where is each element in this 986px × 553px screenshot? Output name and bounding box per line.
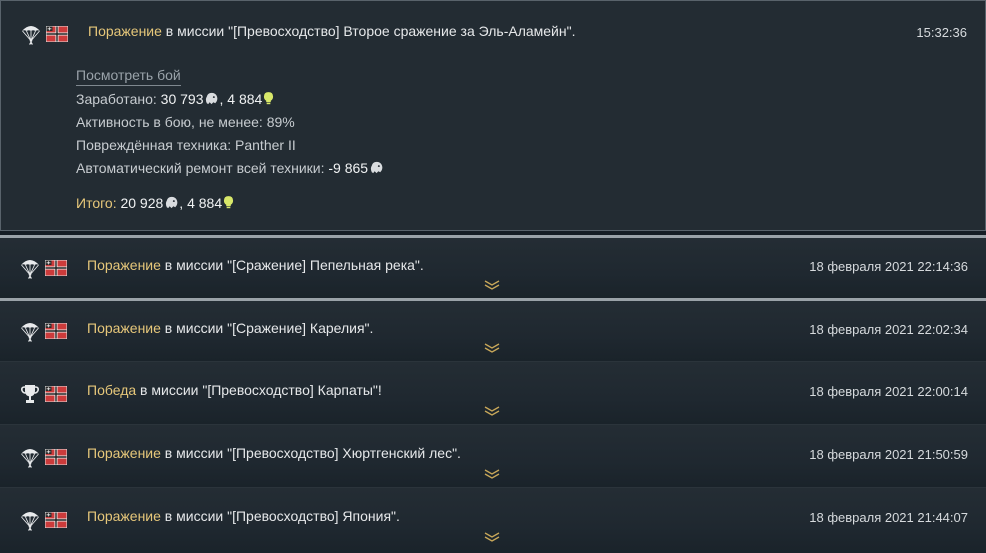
parachute-icon [20, 320, 40, 342]
entry-title: Победа в миссии "[Превосходство] Карпаты… [87, 382, 382, 398]
silver-lions-icon [164, 195, 179, 210]
earned-lions: 30 793 [160, 91, 204, 107]
parachute-icon [21, 23, 41, 45]
entry-title: Поражение в миссии "[Превосходство] Хюрт… [87, 445, 461, 461]
trophy-icon [20, 383, 40, 405]
entry-message: в миссии "[Превосходство] Карпаты"! [136, 382, 382, 398]
germany-flag-icon [45, 260, 67, 276]
entry-icons [20, 446, 67, 468]
entry-title: Поражение в миссии "[Превосходство] Втор… [88, 23, 575, 39]
earned-label: Заработано: [76, 91, 161, 107]
repair-label: Автоматический ремонт всей техники: [76, 160, 329, 176]
entry-result: Поражение [87, 445, 161, 461]
total-lions: 20 928 [120, 195, 164, 211]
log-entry[interactable]: Поражение в миссии "[Сражение] Пепельная… [0, 235, 986, 298]
entry-details: Посмотреть бой Заработано: 30 793, 4 884… [76, 64, 384, 215]
entry-time: 18 февраля 2021 21:44:07 [809, 510, 968, 525]
entry-time: 15:32:36 [916, 25, 967, 40]
log-entry-expanded[interactable]: Поражение в миссии "[Превосходство] Втор… [0, 0, 986, 231]
silver-lions-icon [369, 160, 384, 175]
damaged-line: Повреждённая техника: Panther II [76, 137, 296, 153]
entry-message: в миссии "[Превосходство] Второе сражени… [161, 23, 576, 39]
parachute-icon [20, 509, 40, 531]
entry-icons [21, 23, 68, 45]
total-label: Итого: [76, 195, 121, 211]
germany-flag-icon [45, 449, 67, 465]
germany-flag-icon [45, 386, 67, 402]
log-entry[interactable]: Поражение в миссии "[Превосходство] Япон… [0, 487, 986, 553]
earned-line: Заработано: 30 793, 4 884 [76, 88, 384, 111]
entry-result: Поражение [87, 508, 161, 524]
earned-rp: 4 884 [227, 91, 263, 107]
entry-message: в миссии "[Превосходство] Япония". [160, 508, 400, 524]
entry-title: Поражение в миссии "[Превосходство] Япон… [87, 508, 400, 524]
log-entry[interactable]: Победа в миссии "[Превосходство] Карпаты… [0, 361, 986, 424]
total-rp: 4 884 [187, 195, 223, 211]
repair-value: -9 865 [328, 160, 369, 176]
entry-message: в миссии "[Сражение] Пепельная река". [160, 257, 424, 273]
expand-chevron-icon[interactable] [484, 343, 500, 353]
log-entry[interactable]: Поражение в миссии "[Сражение] Карелия".… [0, 298, 986, 361]
entry-result: Победа [87, 382, 137, 398]
germany-flag-icon [46, 26, 68, 42]
battle-log: Поражение в миссии "[Превосходство] Втор… [0, 0, 986, 553]
germany-flag-icon [45, 512, 67, 528]
entry-title: Поражение в миссии "[Сражение] Карелия". [87, 320, 373, 336]
entry-time: 18 февраля 2021 22:02:34 [809, 322, 968, 337]
entry-icons [20, 257, 67, 279]
entry-time: 18 февраля 2021 22:00:14 [809, 384, 968, 399]
repair-line: Автоматический ремонт всей техники: -9 8… [76, 157, 384, 180]
entry-icons [20, 383, 67, 405]
expand-chevron-icon[interactable] [484, 406, 500, 416]
entry-message: в миссии "[Превосходство] Хюртгенский ле… [160, 445, 461, 461]
entry-time: 18 февраля 2021 22:14:36 [809, 259, 968, 274]
entry-message: в миссии "[Сражение] Карелия". [160, 320, 374, 336]
parachute-icon [20, 446, 40, 468]
entry-title: Поражение в миссии "[Сражение] Пепельная… [87, 257, 424, 273]
entry-icons [20, 320, 67, 342]
entry-result: Поражение [88, 23, 162, 39]
entry-result: Поражение [87, 257, 161, 273]
entry-result: Поражение [87, 320, 161, 336]
entry-time: 18 февраля 2021 21:50:59 [809, 447, 968, 462]
log-entry[interactable]: Поражение в миссии "[Превосходство] Хюрт… [0, 424, 986, 487]
expand-chevron-icon[interactable] [484, 532, 500, 542]
silver-lions-icon [204, 91, 219, 106]
activity-line: Активность в бою, не менее: 89% [76, 114, 295, 130]
parachute-icon [20, 257, 40, 279]
expand-chevron-icon[interactable] [484, 280, 500, 290]
research-points-icon [263, 91, 274, 106]
total-line: Итого: 20 928, 4 884 [76, 192, 384, 215]
expand-chevron-icon[interactable] [484, 469, 500, 479]
research-points-icon [223, 195, 234, 210]
germany-flag-icon [45, 323, 67, 339]
view-battle-link[interactable]: Посмотреть бой [76, 65, 181, 86]
entry-icons [20, 509, 67, 531]
